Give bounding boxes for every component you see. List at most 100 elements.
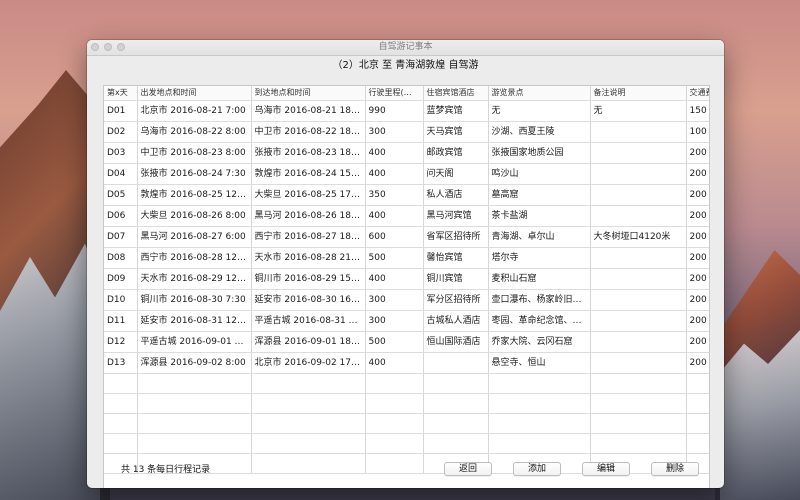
window-controls	[91, 43, 125, 51]
table-cell: 黑马河宾馆	[423, 205, 489, 227]
table-cell	[686, 373, 709, 394]
table-row[interactable]: D11 延安市 2016-08-31 12:00 平遥古城 2016-08-31 1…	[104, 310, 709, 332]
table-cell: 壶口瀑布、杨家岭旧址、枣园	[488, 289, 591, 311]
table-body: D01 北京市 2016-08-21 7:00 乌海市 2016-08-21 18:…	[104, 100, 709, 474]
table-cell	[590, 121, 687, 143]
table-row[interactable]	[104, 393, 709, 414]
table-cell	[590, 331, 687, 353]
table-cell	[590, 163, 687, 185]
table-row[interactable]: D13 浑源县 2016-09-02 8:00 北京市 2016-09-02 17:…	[104, 352, 709, 374]
window-title: 自驾游记事本	[378, 42, 433, 52]
table-cell	[104, 373, 138, 394]
table-cell	[488, 393, 591, 414]
table-cell: 恒山国际酒店	[423, 331, 489, 353]
table-cell	[104, 413, 138, 434]
table-cell: 乌海市 2016-08-21 18:30	[251, 100, 366, 122]
table-cell: 延安市 2016-08-30 16:00	[251, 289, 366, 311]
table-cell	[423, 413, 489, 434]
zoom-window-button[interactable]	[117, 43, 125, 51]
column-header[interactable]: 交通费	[686, 86, 709, 101]
table-cell: 200	[686, 142, 709, 164]
column-header[interactable]: 出发地点和时间	[137, 86, 252, 101]
table-row[interactable]: D03 中卫市 2016-08-23 8:00 张掖市 2016-08-23 18:…	[104, 142, 709, 164]
column-header[interactable]: 住宿宾馆酒店	[423, 86, 489, 101]
table-cell: 无	[590, 100, 687, 122]
close-window-button[interactable]	[91, 43, 99, 51]
table-cell: 300	[365, 310, 424, 332]
table-cell: 青海湖、卓尔山	[488, 226, 591, 248]
table-cell: 350	[365, 184, 424, 206]
table-cell: 铜川市 2016-08-29 15:00	[251, 268, 366, 290]
table-cell: D13	[104, 352, 138, 374]
table-cell	[590, 310, 687, 332]
table-cell: 浑源县 2016-09-02 8:00	[137, 352, 252, 374]
back-button[interactable]: 返回	[444, 462, 492, 476]
column-header[interactable]: 到达地点和时间	[251, 86, 366, 101]
table-row[interactable]: D06 大柴旦 2016-08-26 8:00 黑马河 2016-08-26 18:…	[104, 205, 709, 227]
table-cell	[590, 352, 687, 374]
table-cell	[137, 433, 252, 454]
table-row[interactable]: D07 黑马河 2016-08-27 6:00 西宁市 2016-08-27 18:…	[104, 226, 709, 248]
table-row[interactable]: D01 北京市 2016-08-21 7:00 乌海市 2016-08-21 18:…	[104, 100, 709, 122]
table-cell	[686, 413, 709, 434]
table-cell: D05	[104, 184, 138, 206]
table-cell: 200	[686, 163, 709, 185]
table-cell: 铜川宾馆	[423, 268, 489, 290]
table-row[interactable]: D10 铜川市 2016-08-30 7:30 延安市 2016-08-30 16:…	[104, 289, 709, 311]
table-cell: 塔尔寺	[488, 247, 591, 269]
table-cell	[488, 433, 591, 454]
column-header[interactable]: 行驶里程(公里)	[365, 86, 424, 101]
title-bar[interactable]: 自驾游记事本	[87, 40, 724, 56]
table-row[interactable]: D12 平遥古城 2016-09-01 6:30 浑源县 2016-09-01 18…	[104, 331, 709, 353]
itinerary-table-container[interactable]: 第x天 出发地点和时间 到达地点和时间 行驶里程(公里) 住宿宾馆酒店 游览景点 备注说明交…	[103, 85, 710, 488]
table-cell: 400	[365, 205, 424, 227]
table-cell: D03	[104, 142, 138, 164]
table-cell: 敦煌市 2016-08-25 12:00	[137, 184, 252, 206]
table-cell: 大冬树垭口4120米	[590, 226, 687, 248]
table-cell	[488, 373, 591, 394]
table-cell: 200	[686, 289, 709, 311]
table-cell	[104, 393, 138, 414]
table-row[interactable]: D04 张掖市 2016-08-24 7:30 敦煌市 2016-08-24 15:…	[104, 163, 709, 185]
table-cell: 西宁市 2016-08-28 12:00	[137, 247, 252, 269]
minimize-window-button[interactable]	[104, 43, 112, 51]
table-row[interactable]	[104, 373, 709, 394]
table-cell	[365, 373, 424, 394]
table-cell: 私人酒店	[423, 184, 489, 206]
table-cell	[488, 413, 591, 434]
table-row[interactable]: D02 乌海市 2016-08-22 8:00 中卫市 2016-08-22 18:…	[104, 121, 709, 143]
table-row[interactable]	[104, 433, 709, 454]
edit-button[interactable]: 编辑	[582, 462, 630, 476]
table-cell: 200	[686, 184, 709, 206]
table-cell: 蓝梦宾馆	[423, 100, 489, 122]
table-cell: 鸣沙山	[488, 163, 591, 185]
table-cell: 北京市 2016-09-02 17:00	[251, 352, 366, 374]
table-cell	[423, 393, 489, 414]
table-cell: 200	[686, 352, 709, 374]
table-cell: 平遥古城 2016-09-01 6:30	[137, 331, 252, 353]
table-row[interactable]: D09 天水市 2016-08-29 12:00 铜川市 2016-08-29 15…	[104, 268, 709, 290]
delete-button[interactable]: 删除	[651, 462, 699, 476]
table-cell: D02	[104, 121, 138, 143]
table-header-row: 第x天 出发地点和时间 到达地点和时间 行驶里程(公里) 住宿宾馆酒店 游览景点 备注说明交…	[104, 86, 709, 101]
table-cell: 990	[365, 100, 424, 122]
table-cell: 200	[686, 205, 709, 227]
column-header[interactable]: 第x天	[104, 86, 138, 101]
table-cell: 200	[686, 331, 709, 353]
add-button[interactable]: 添加	[513, 462, 561, 476]
table-cell	[590, 142, 687, 164]
table-cell: 300	[365, 289, 424, 311]
table-cell	[365, 433, 424, 454]
table-cell: 麦积山石窟	[488, 268, 591, 290]
table-row[interactable]	[104, 413, 709, 434]
table-cell: 浑源县 2016-09-01 18:00	[251, 331, 366, 353]
table-cell	[423, 373, 489, 394]
column-header[interactable]: 备注说明	[590, 86, 687, 101]
table-cell	[590, 413, 687, 434]
table-row[interactable]: D05 敦煌市 2016-08-25 12:00 大柴旦 2016-08-25 17…	[104, 184, 709, 206]
table-cell	[251, 413, 366, 434]
table-row[interactable]: D08 西宁市 2016-08-28 12:00 天水市 2016-08-28 21…	[104, 247, 709, 269]
table-cell	[590, 184, 687, 206]
column-header[interactable]: 游览景点	[488, 86, 591, 101]
app-window: 自驾游记事本 （2）北京 至 青海湖敦煌 自驾游 第x天 出发地点和时间 到达地点和…	[87, 40, 724, 488]
